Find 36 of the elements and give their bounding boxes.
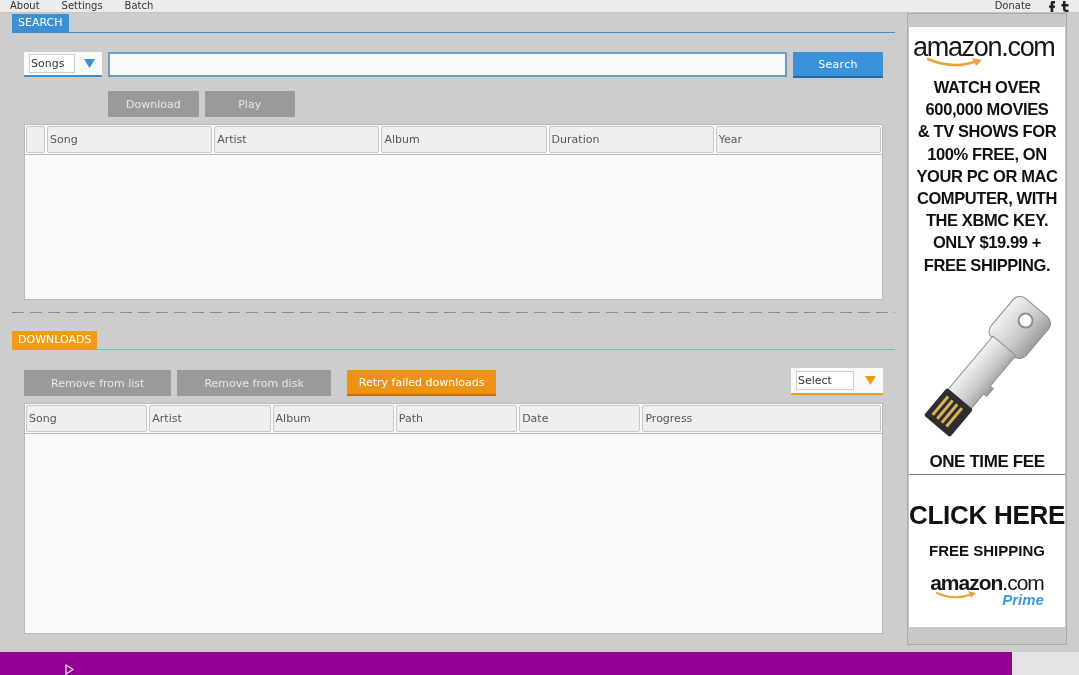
menu-item[interactable]: Batch — [124, 0, 154, 12]
t-icon[interactable] — [1061, 0, 1069, 12]
click-here-text: CLICK HERE — [909, 499, 1065, 530]
dropdown-arrow-icon — [84, 59, 95, 68]
column-header[interactable]: Song — [47, 126, 213, 153]
column-header[interactable]: Artist — [149, 405, 271, 432]
ad-caption: ONE TIME FEE — [929, 451, 1045, 472]
donate-link[interactable]: Donate — [994, 0, 1031, 12]
column-header[interactable]: Artist — [214, 126, 380, 153]
column-header[interactable]: Album — [272, 405, 394, 432]
shipping-text: FREE SHIPPING — [929, 541, 1045, 560]
menu-item[interactable]: About — [10, 0, 40, 12]
menu-item[interactable]: Settings — [61, 0, 103, 12]
footer-strip — [1012, 652, 1079, 675]
column-header[interactable]: Year — [715, 126, 881, 153]
smile-arrow-icon — [936, 590, 977, 600]
play-triangle-icon[interactable] — [65, 664, 74, 675]
column-header[interactable]: Song — [26, 405, 148, 432]
column-header[interactable]: Progress — [642, 405, 881, 432]
prime-label: Prime — [1002, 591, 1044, 607]
smile-arrow-icon — [927, 57, 983, 68]
column-header[interactable]: Duration — [548, 126, 714, 153]
section-title: DOWNLOADS — [12, 331, 98, 349]
column-header[interactable]: Path — [395, 405, 518, 432]
ad-banner[interactable]: amazon.com WATCH OVER 600,000 MOVIES & TV SHOWS FOR 100% FREE, ON YOUR PC OR MAC COMPUTER, WITH THE XBMC KEY. ONLY $19.99 + FREE SHIPPING. ONE TIME FEE CLICK HERE FREE SHIPPING amazon.com Prime — [909, 27, 1065, 627]
category-dropdown[interactable]: Songs — [24, 52, 102, 77]
logo-text: amazon.com — [930, 571, 1044, 594]
f-icon[interactable] — [1047, 0, 1055, 12]
ad-headline: WATCH OVER 600,000 MOVIES & TV SHOWS FOR 100% FREE, ON YOUR PC OR MAC COMPUTER, WITH THE XBMC KEY. ONLY $19.99 + FREE SHIPPING. — [916, 77, 1058, 276]
filter-dropdown[interactable]: Select — [791, 368, 883, 395]
section-title: SEARCH — [12, 14, 69, 32]
search-field[interactable] — [108, 52, 787, 77]
column-header[interactable]: Album — [381, 126, 547, 153]
dropdown-arrow-icon — [865, 376, 876, 385]
column-header[interactable]: Date — [519, 405, 641, 432]
logo-text: amazon.com — [913, 32, 1056, 62]
